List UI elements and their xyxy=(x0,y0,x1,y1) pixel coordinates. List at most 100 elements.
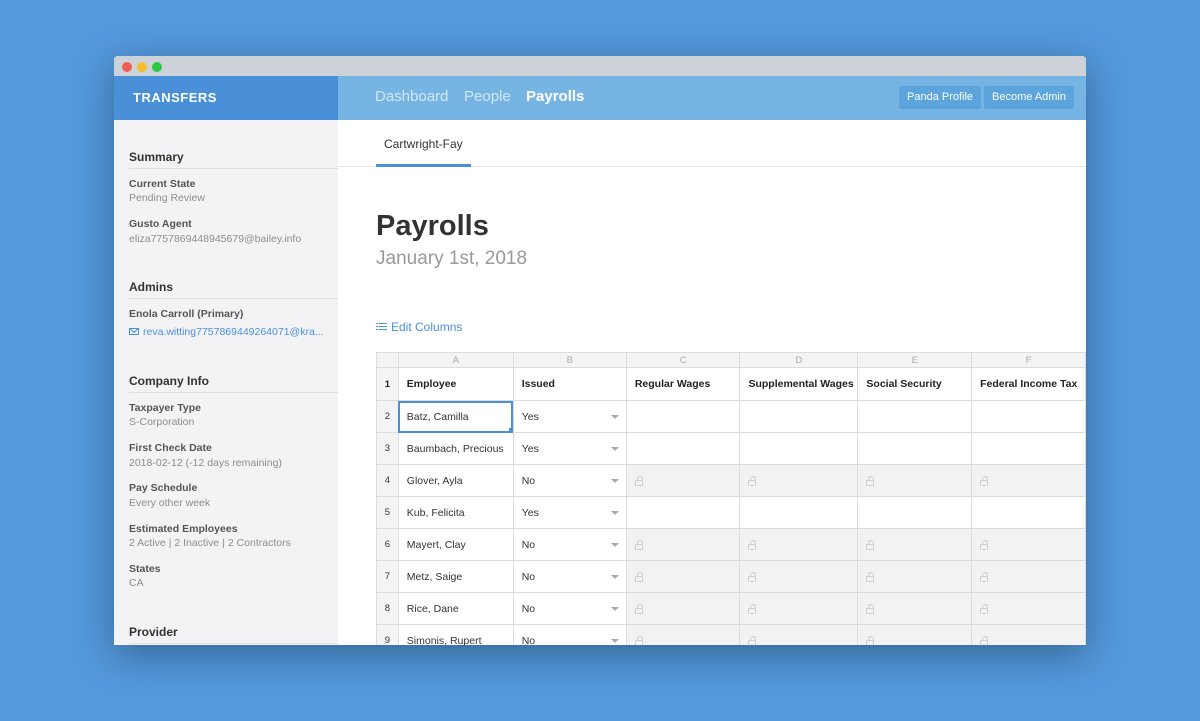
social-security-cell xyxy=(857,624,973,645)
issued-value: Yes xyxy=(521,506,539,519)
supplemental-wages-cell xyxy=(739,528,859,561)
issued-select[interactable]: No xyxy=(512,560,627,593)
employee-cell[interactable]: Batz, Camilla xyxy=(397,400,514,433)
issued-select[interactable]: No xyxy=(512,528,627,561)
social-security-cell[interactable] xyxy=(857,400,973,433)
employee-cell[interactable]: Rice, Dane xyxy=(397,592,514,625)
regular-wages-cell xyxy=(625,464,741,497)
column-letter[interactable]: A xyxy=(397,352,514,368)
gusto-agent-label: Gusto Agent xyxy=(129,218,192,230)
social-security-cell xyxy=(857,592,973,625)
employee-cell[interactable]: Glover, Ayla xyxy=(397,464,514,497)
summary-heading: Summary xyxy=(129,150,338,169)
row-number: 1 xyxy=(376,367,399,401)
first-check-date-label: First Check Date xyxy=(129,442,212,454)
federal-income-tax-cell[interactable] xyxy=(971,496,1086,529)
nav-people[interactable]: People xyxy=(464,88,511,105)
chevron-down-icon xyxy=(610,639,619,643)
supplemental-wages-cell[interactable] xyxy=(739,400,859,433)
states-label: States xyxy=(129,563,161,575)
company-tabs: Cartwright-Fay xyxy=(338,120,1086,167)
panda-profile-button[interactable]: Panda Profile xyxy=(899,86,982,109)
supplemental-wages-cell[interactable] xyxy=(739,496,859,529)
main-content: Cartwright-Fay Payrolls January 1st, 201… xyxy=(338,120,1086,645)
lock-icon xyxy=(866,475,875,486)
issued-value: Yes xyxy=(521,410,539,423)
employee-cell[interactable]: Metz, Saige xyxy=(397,560,514,593)
social-security-cell xyxy=(857,464,973,497)
federal-income-tax-cell xyxy=(971,624,1086,645)
chevron-down-icon xyxy=(610,447,619,451)
column-header-supplemental-wages[interactable]: Supplemental Wages xyxy=(739,367,859,401)
taxpayer-type-value: S-Corporation xyxy=(129,416,195,428)
list-icon xyxy=(376,323,387,331)
column-letter[interactable]: E xyxy=(857,352,973,368)
regular-wages-cell[interactable] xyxy=(625,400,741,433)
federal-income-tax-cell[interactable] xyxy=(971,432,1086,465)
employee-cell[interactable]: Baumbach, Precious xyxy=(397,432,514,465)
nav-dashboard[interactable]: Dashboard xyxy=(375,88,448,105)
minimize-window-button[interactable] xyxy=(137,62,147,72)
row-number: 8 xyxy=(376,592,399,625)
column-header-employee[interactable]: Employee xyxy=(397,367,514,401)
supplemental-wages-cell[interactable] xyxy=(739,432,859,465)
lock-icon xyxy=(866,603,875,614)
issued-select[interactable]: No xyxy=(512,464,627,497)
lock-icon xyxy=(634,635,643,645)
issued-select[interactable]: Yes xyxy=(512,496,627,529)
social-security-cell[interactable] xyxy=(857,496,973,529)
pay-schedule-label: Pay Schedule xyxy=(129,482,198,494)
employee-cell[interactable]: Simonis, Rupert xyxy=(397,624,514,645)
regular-wages-cell[interactable] xyxy=(625,496,741,529)
lock-icon xyxy=(634,603,643,614)
table-row: 5 Kub, Felicita Yes xyxy=(376,496,1086,529)
column-letter[interactable]: B xyxy=(512,352,627,368)
table-row: 6 Mayert, Clay No xyxy=(376,528,1086,561)
issued-select[interactable]: Yes xyxy=(512,432,627,465)
column-header-social-security[interactable]: Social Security xyxy=(857,367,973,401)
lock-icon xyxy=(980,475,989,486)
employee-cell[interactable]: Kub, Felicita xyxy=(397,496,514,529)
maximize-window-button[interactable] xyxy=(152,62,162,72)
admin-email-row[interactable]: reva.witting7757869449264071@kra... xyxy=(129,326,324,338)
edit-columns-link[interactable]: Edit Columns xyxy=(376,320,462,334)
social-security-cell xyxy=(857,528,973,561)
issued-select[interactable]: No xyxy=(512,624,627,645)
admin-email[interactable]: reva.witting7757869449264071@kra... xyxy=(143,326,324,338)
regular-wages-cell[interactable] xyxy=(625,432,741,465)
tab-cartwright-fay[interactable]: Cartwright-Fay xyxy=(376,120,471,167)
page-subtitle: January 1st, 2018 xyxy=(376,248,528,269)
admin-name: Enola Carroll (Primary) xyxy=(129,308,244,320)
issued-select[interactable]: Yes xyxy=(512,400,627,433)
column-letter[interactable]: C xyxy=(625,352,741,368)
mail-icon xyxy=(129,328,139,335)
table-row: 9 Simonis, Rupert No xyxy=(376,624,1086,645)
column-header-issued[interactable]: Issued xyxy=(512,367,627,401)
column-letter-row: A B C D E F xyxy=(376,352,1086,368)
federal-income-tax-cell xyxy=(971,592,1086,625)
column-letter[interactable]: F xyxy=(971,352,1086,368)
lock-icon xyxy=(634,539,643,550)
become-admin-button[interactable]: Become Admin xyxy=(984,86,1074,109)
lock-icon xyxy=(748,475,757,486)
close-window-button[interactable] xyxy=(122,62,132,72)
social-security-cell[interactable] xyxy=(857,432,973,465)
federal-income-tax-cell[interactable] xyxy=(971,400,1086,433)
regular-wages-cell xyxy=(625,592,741,625)
chevron-down-icon xyxy=(610,575,619,579)
lock-icon xyxy=(634,571,643,582)
provider-heading: Provider xyxy=(129,625,338,644)
row-number: 3 xyxy=(376,432,399,465)
row-number: 6 xyxy=(376,528,399,561)
gusto-agent-value: eliza7757869448945679@bailey.info xyxy=(129,233,302,245)
lock-icon xyxy=(980,571,989,582)
lock-icon xyxy=(634,475,643,486)
app-brand[interactable]: TRANSFERS xyxy=(114,76,338,120)
employee-cell[interactable]: Mayert, Clay xyxy=(397,528,514,561)
column-header-regular-wages[interactable]: Regular Wages xyxy=(625,367,741,401)
table-row: 8 Rice, Dane No xyxy=(376,592,1086,625)
nav-payrolls[interactable]: Payrolls xyxy=(526,88,584,105)
column-header-federal-income-tax[interactable]: Federal Income Tax xyxy=(971,367,1086,401)
column-letter[interactable]: D xyxy=(739,352,859,368)
issued-select[interactable]: No xyxy=(512,592,627,625)
